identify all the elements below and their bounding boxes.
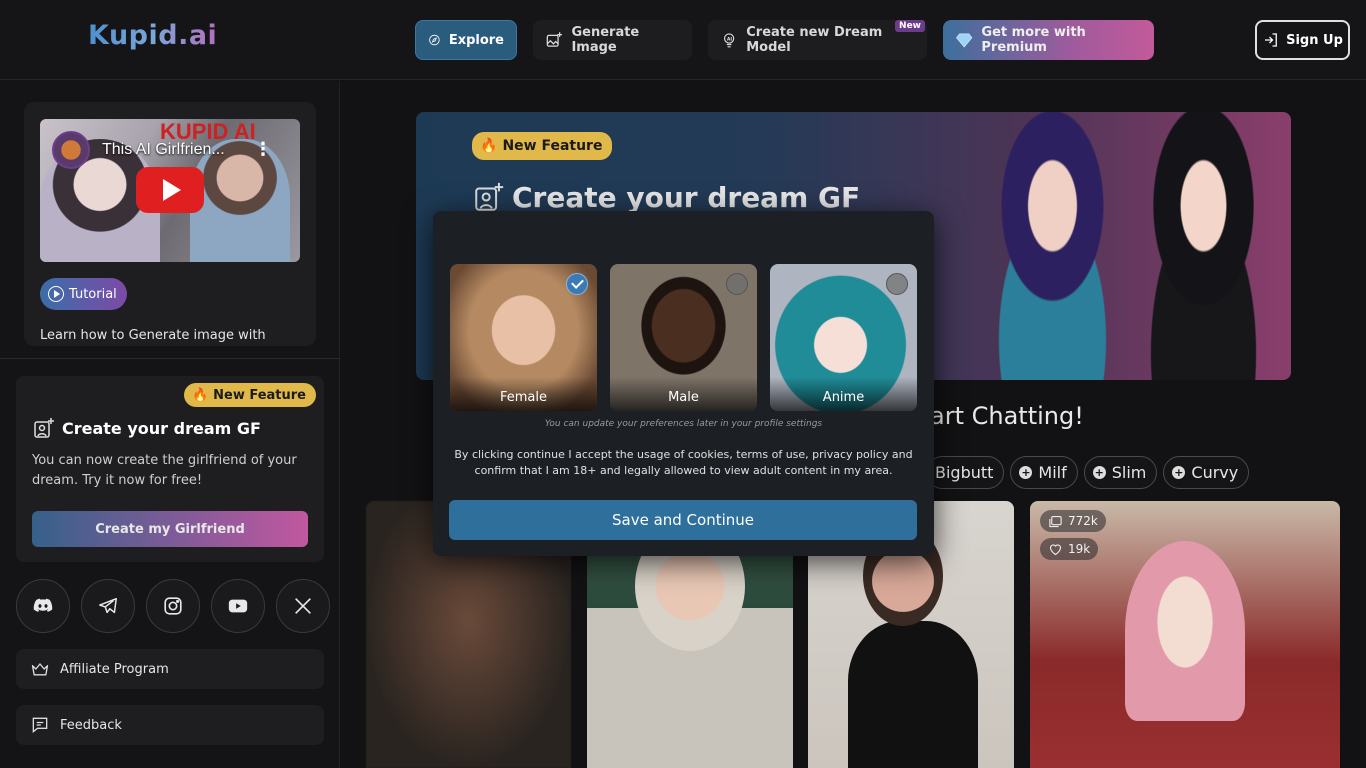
banner-title-text: Create your dream GF (512, 180, 861, 214)
new-tag: New (895, 20, 925, 32)
heart-icon (1049, 543, 1062, 555)
option-anime[interactable]: Anime (770, 264, 917, 411)
sidebar: KUPID AI This AI Girlfrien... ⋮ Tutorial… (0, 81, 340, 768)
gallery-icon (1049, 515, 1062, 527)
telegram-icon[interactable] (81, 579, 135, 633)
likes-stat[interactable]: 19k (1040, 538, 1099, 560)
option-label: Anime (770, 377, 917, 411)
views-stat: 772k (1040, 510, 1106, 532)
character-image (1125, 541, 1245, 721)
preferences-note: You can update your preferences later in… (544, 419, 823, 429)
tag-label: Curvy (1191, 463, 1239, 482)
video-thumbnail[interactable]: KUPID AI This AI Girlfrien... ⋮ (40, 119, 300, 262)
x-icon[interactable] (276, 579, 330, 633)
plus-icon: + (1019, 466, 1033, 479)
option-male[interactable]: Male (610, 264, 757, 411)
nav-generate-image-button[interactable]: Generate Image (533, 20, 692, 60)
gf-card-title: Create your dream GF (32, 416, 261, 440)
divider (0, 358, 340, 359)
video-title[interactable]: This AI Girlfrien... (102, 141, 225, 159)
image-sparkle-icon (475, 182, 504, 211)
start-chatting-heading: art Chatting! (930, 402, 1084, 430)
nav-create-dream-model-button[interactable]: AI Create new Dream Model New (708, 20, 927, 60)
create-gf-card: 🔥 New Feature Create your dream GF You c… (16, 376, 324, 562)
ai-bulb-icon: AI (723, 33, 735, 48)
tag-label: Bigbutt (935, 463, 994, 482)
tutorial-button[interactable]: Tutorial (40, 278, 127, 310)
svg-text:AI: AI (727, 36, 733, 42)
fire-icon: 🔥 (191, 387, 209, 403)
plus-icon: + (1172, 466, 1186, 479)
create-my-girlfriend-button[interactable]: Create my Girlfriend (32, 511, 308, 547)
tag-bigbutt[interactable]: Bigbutt (926, 456, 1005, 489)
likes-count: 19k (1068, 542, 1091, 556)
radio-circle-icon (726, 273, 748, 295)
tutorial-video-card: KUPID AI This AI Girlfrien... ⋮ Tutorial… (24, 102, 316, 346)
nav-dream-label: Create new Dream Model (746, 25, 883, 55)
character-card[interactable]: 772k 19k (1030, 501, 1340, 768)
preferences-modal: Female Male Anime You can update your pr… (433, 211, 934, 556)
social-links (16, 579, 330, 633)
radio-circle-icon (886, 273, 908, 295)
tag-milf[interactable]: + Milf (1010, 456, 1078, 489)
compass-icon (429, 34, 440, 46)
tutorial-label: Tutorial (69, 286, 117, 302)
video-description: Learn how to Generate image with (40, 328, 266, 343)
tag-slim[interactable]: + Slim (1083, 456, 1158, 489)
logo[interactable]: Kupid.ai (88, 20, 217, 51)
option-female[interactable]: Female (450, 264, 597, 411)
nav-generate-label: Generate Image (571, 25, 640, 55)
fire-icon: 🔥 (480, 138, 498, 154)
image-sparkle-icon (34, 418, 54, 438)
get-premium-button[interactable]: Get more with Premium (943, 20, 1154, 60)
discord-icon[interactable] (16, 579, 70, 633)
gf-card-description: You can now create the girlfriend of you… (32, 453, 297, 488)
badge-label: New Feature (213, 387, 306, 403)
plus-icon: + (1092, 466, 1106, 479)
premium-label: Get more with Premium (981, 25, 1086, 55)
banner-image-girl-2 (1116, 112, 1291, 380)
gf-card-title-text: Create your dream GF (62, 418, 261, 438)
feedback-link[interactable]: Feedback (16, 705, 324, 745)
diamond-icon (956, 33, 973, 48)
tag-filters: Bigbutt + Milf + Slim + Curvy (926, 456, 1250, 489)
top-bar: Kupid.ai Explore Generate Image AI Creat… (0, 0, 1366, 80)
youtube-play-icon[interactable] (136, 167, 204, 213)
banner-title: Create your dream GF (472, 180, 860, 214)
play-circle-icon (48, 286, 64, 302)
more-options-icon[interactable]: ⋮ (254, 139, 272, 160)
crown-icon (31, 663, 49, 676)
tag-label: Slim (1111, 463, 1147, 482)
tag-curvy[interactable]: + Curvy (1163, 456, 1250, 489)
checkmark-icon (566, 273, 588, 295)
consent-text: By clicking continue I accept the usage … (454, 448, 913, 477)
affiliate-label: Affiliate Program (60, 661, 169, 677)
banner-badge-label: New Feature (502, 138, 603, 154)
option-label: Male (610, 377, 757, 411)
feedback-label: Feedback (60, 717, 122, 733)
image-sparkle-icon (546, 32, 562, 47)
affiliate-program-link[interactable]: Affiliate Program (16, 649, 324, 689)
channel-avatar[interactable] (52, 131, 90, 169)
login-icon (1265, 33, 1277, 47)
new-feature-badge: 🔥 New Feature (472, 132, 613, 160)
youtube-icon[interactable] (211, 579, 265, 633)
sign-up-button[interactable]: Sign Up (1255, 20, 1350, 60)
sign-up-label: Sign Up (1286, 32, 1343, 48)
new-feature-badge: 🔥 New Feature (183, 383, 316, 407)
save-and-continue-button[interactable]: Save and Continue (449, 500, 917, 540)
character-image-body (848, 621, 978, 768)
instagram-icon[interactable] (146, 579, 200, 633)
nav-explore-button[interactable]: Explore (415, 20, 517, 60)
nav-explore-label: Explore (448, 32, 504, 48)
tag-label: Milf (1038, 463, 1067, 482)
chat-bubble-icon (32, 717, 48, 734)
views-count: 772k (1068, 514, 1098, 528)
option-label: Female (450, 377, 597, 411)
